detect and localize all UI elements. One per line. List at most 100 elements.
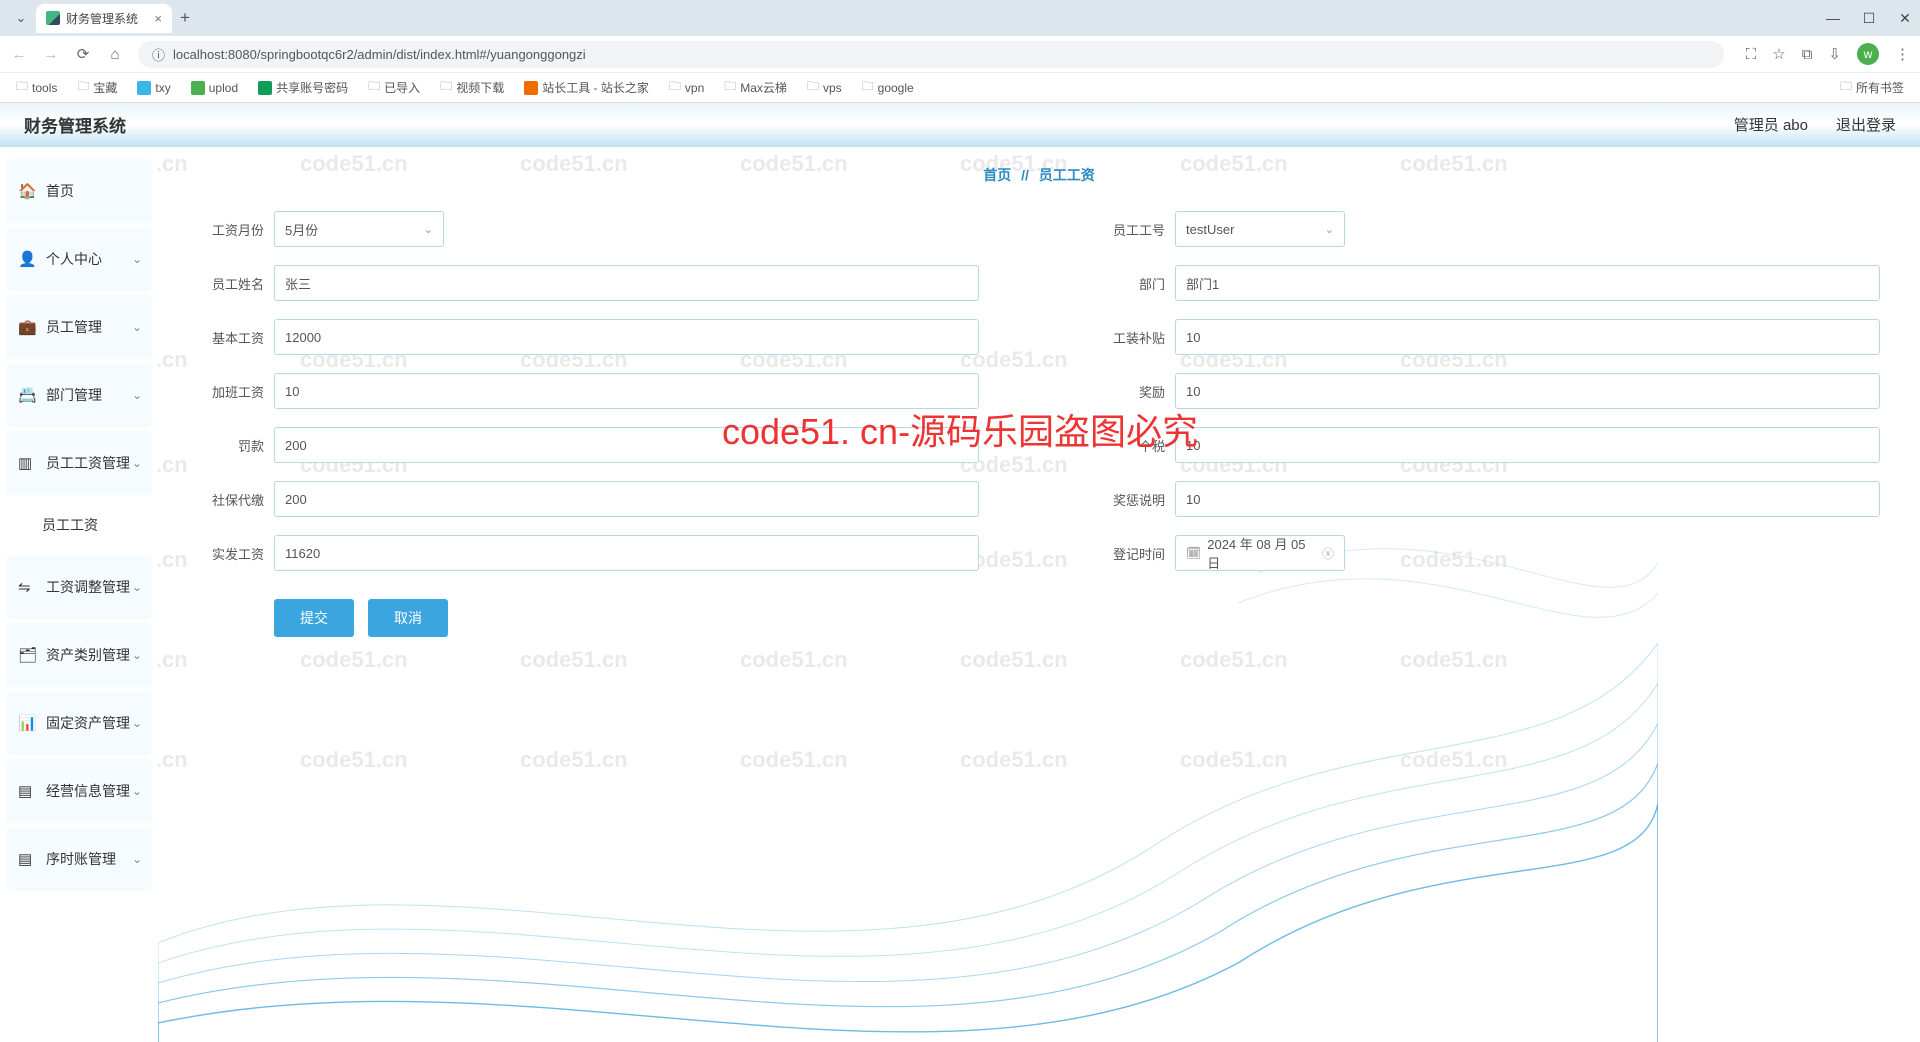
url-text: localhost:8080/springbootqc6r2/admin/dis… bbox=[173, 47, 586, 62]
briefcase-icon: 💼 bbox=[18, 318, 38, 336]
register-date-picker[interactable]: 🗓 2024 年 08 月 05 日 ⓧ bbox=[1175, 535, 1345, 571]
close-window-icon[interactable]: ✕ bbox=[1898, 10, 1912, 27]
tab-title: 财务管理系统 bbox=[66, 10, 138, 27]
logout-link[interactable]: 退出登录 bbox=[1836, 114, 1896, 135]
sheet-icon bbox=[258, 81, 272, 95]
submit-button[interactable]: 提交 bbox=[274, 599, 354, 637]
cloud-icon bbox=[137, 81, 151, 95]
overtime-input[interactable] bbox=[274, 373, 979, 409]
field-tax: 个税 bbox=[1099, 427, 1880, 463]
employee-id-select[interactable]: testUser⌄ bbox=[1175, 211, 1345, 247]
maximize-icon[interactable]: ☐ bbox=[1862, 10, 1876, 27]
minimize-icon[interactable]: — bbox=[1826, 10, 1840, 26]
net-salary-input[interactable] bbox=[274, 535, 979, 571]
chevron-down-icon: ⌄ bbox=[132, 456, 142, 470]
sidebar-item-business-info[interactable]: ▤经营信息管理⌄ bbox=[6, 759, 152, 823]
bookmark-item[interactable]: 🗀已导入 bbox=[362, 75, 426, 100]
tax-input[interactable] bbox=[1175, 427, 1880, 463]
chevron-down-icon: ⌄ bbox=[132, 648, 142, 662]
field-salary-month: 工资月份 5月份⌄ bbox=[198, 211, 979, 247]
field-employee-name: 员工姓名 bbox=[198, 265, 979, 301]
sidebar-item-profile[interactable]: 👤个人中心⌄ bbox=[6, 227, 152, 291]
site-info-icon[interactable]: ⓘ bbox=[152, 45, 165, 64]
all-bookmarks[interactable]: 🗀所有书签 bbox=[1834, 75, 1910, 100]
translate-icon[interactable]: ⛶ bbox=[1746, 46, 1757, 63]
user-icon: 👤 bbox=[18, 250, 38, 268]
field-social-insurance: 社保代缴 bbox=[198, 481, 979, 517]
card-icon: 📇 bbox=[18, 386, 38, 404]
bookmark-item[interactable]: 🗀Max云梯 bbox=[718, 75, 793, 100]
chevron-down-icon: ⌄ bbox=[132, 580, 142, 594]
sidebar-item-salary[interactable]: 员工工资 bbox=[6, 499, 152, 551]
employee-name-input[interactable] bbox=[274, 265, 979, 301]
sidebar-item-employee[interactable]: 💼员工管理⌄ bbox=[6, 295, 152, 359]
list-icon: ▤ bbox=[18, 782, 38, 800]
bookmark-item[interactable]: 站长工具 - 站长之家 bbox=[518, 77, 655, 98]
reload-icon[interactable]: ⟳ bbox=[74, 45, 92, 63]
sidebar-item-fixed-asset[interactable]: 📊固定资产管理⌄ bbox=[6, 691, 152, 755]
forward-icon[interactable]: → bbox=[42, 46, 60, 63]
field-reward-note: 奖惩说明 bbox=[1099, 481, 1880, 517]
department-input[interactable] bbox=[1175, 265, 1880, 301]
sidebar-item-salary-manage[interactable]: ▥员工工资管理⌄ bbox=[6, 431, 152, 495]
favicon-icon bbox=[46, 11, 60, 25]
salary-month-select[interactable]: 5月份⌄ bbox=[274, 211, 444, 247]
app: 财务管理系统 管理员 abo 退出登录 code51.cn code51.cn … bbox=[0, 103, 1920, 1042]
bookmark-item[interactable]: 🗀google bbox=[856, 75, 920, 100]
bookmark-item[interactable]: txy bbox=[131, 79, 176, 97]
extensions-icon[interactable]: ⧉ bbox=[1802, 46, 1813, 63]
profile-avatar[interactable]: w bbox=[1857, 43, 1879, 65]
breadcrumb-home[interactable]: 首页 bbox=[983, 167, 1011, 183]
bookmark-item[interactable]: 🗀tools bbox=[10, 75, 63, 100]
current-user[interactable]: 管理员 abo bbox=[1734, 114, 1808, 135]
bonus-input[interactable] bbox=[1175, 373, 1880, 409]
field-register-date: 登记时间 🗓 2024 年 08 月 05 日 ⓧ bbox=[1099, 535, 1880, 571]
back-icon[interactable]: ← bbox=[10, 46, 28, 63]
bookmark-star-icon[interactable]: ☆ bbox=[1772, 45, 1785, 63]
home-icon[interactable]: ⌂ bbox=[106, 46, 124, 63]
folder-icon: 🗀 bbox=[1840, 77, 1852, 98]
chart-icon bbox=[524, 81, 538, 95]
bookmark-item[interactable]: 🗀宝藏 bbox=[71, 75, 123, 100]
uniform-allowance-input[interactable] bbox=[1175, 319, 1880, 355]
chevron-down-icon: ⌄ bbox=[132, 784, 142, 798]
form-buttons: 提交 取消 bbox=[274, 599, 979, 637]
sidebar-item-home[interactable]: 🏠首页 bbox=[6, 159, 152, 223]
main-content: 首页 // 员工工资 工资月份 5月份⌄ 员工工号 bbox=[158, 147, 1920, 1042]
breadcrumb-current: 员工工资 bbox=[1039, 167, 1095, 183]
sidebar-item-journal[interactable]: ▤序时账管理⌄ bbox=[6, 827, 152, 891]
field-bonus: 奖励 bbox=[1099, 373, 1880, 409]
clear-icon[interactable]: ⓧ bbox=[1322, 545, 1334, 562]
sidebar: 🏠首页 👤个人中心⌄ 💼员工管理⌄ 📇部门管理⌄ ▥员工工资管理⌄ 员工工资 ⇋… bbox=[0, 147, 158, 1042]
browser-tab[interactable]: 财务管理系统 × bbox=[36, 4, 172, 33]
reward-note-input[interactable] bbox=[1175, 481, 1880, 517]
bookmark-item[interactable]: uplod bbox=[185, 79, 244, 97]
download-icon[interactable]: ⇩ bbox=[1828, 45, 1841, 63]
close-tab-icon[interactable]: × bbox=[154, 11, 162, 26]
sidebar-item-salary-adjust[interactable]: ⇋工资调整管理⌄ bbox=[6, 555, 152, 619]
sidebar-item-department[interactable]: 📇部门管理⌄ bbox=[6, 363, 152, 427]
tab-bar: ⌄ 财务管理系统 × + — ☐ ✕ bbox=[0, 0, 1920, 36]
field-base-salary: 基本工资 bbox=[198, 319, 979, 355]
tabs-dropdown-icon[interactable]: ⌄ bbox=[10, 10, 32, 26]
chart-icon: 📊 bbox=[18, 714, 38, 732]
bookmark-item[interactable]: 🗀vpn bbox=[663, 75, 710, 100]
transfer-icon: ⇋ bbox=[18, 578, 38, 596]
chevron-down-icon: ⌄ bbox=[132, 852, 142, 866]
bookmark-item[interactable]: 🗀视频下载 bbox=[434, 75, 510, 100]
arrow-icon bbox=[191, 81, 205, 95]
bookmark-item[interactable]: 🗀vps bbox=[801, 75, 848, 100]
penalty-input[interactable] bbox=[274, 427, 979, 463]
folder-icon: 🗀 bbox=[368, 77, 380, 98]
cancel-button[interactable]: 取消 bbox=[368, 599, 448, 637]
folder-icon: 🗀 bbox=[862, 77, 874, 98]
sidebar-item-asset-category[interactable]: 🗂资产类别管理⌄ bbox=[6, 623, 152, 687]
url-box[interactable]: ⓘ localhost:8080/springbootqc6r2/admin/d… bbox=[138, 41, 1724, 68]
menu-icon[interactable]: ⋮ bbox=[1895, 45, 1910, 63]
grid-icon: ▥ bbox=[18, 454, 38, 472]
bookmark-item[interactable]: 共享账号密码 bbox=[252, 77, 354, 98]
field-employee-id: 员工工号 testUser⌄ bbox=[1099, 211, 1880, 247]
base-salary-input[interactable] bbox=[274, 319, 979, 355]
social-insurance-input[interactable] bbox=[274, 481, 979, 517]
new-tab-button[interactable]: + bbox=[180, 8, 190, 28]
